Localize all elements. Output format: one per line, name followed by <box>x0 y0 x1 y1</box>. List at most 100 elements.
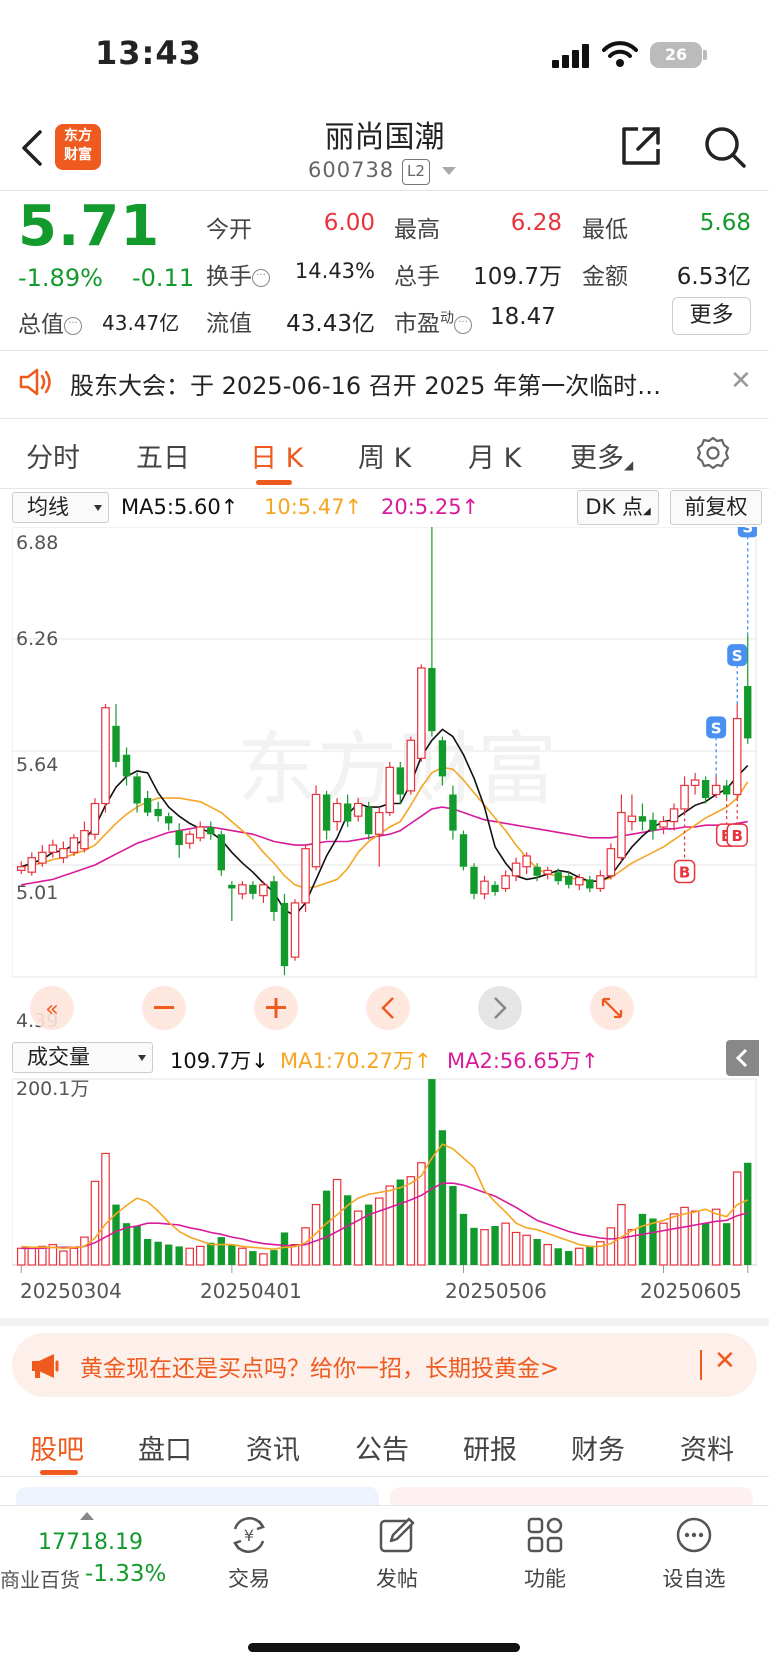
candle-body-up <box>27 857 37 873</box>
volume-bar-up <box>301 1227 310 1266</box>
candle-body-down <box>249 884 257 894</box>
info-icon[interactable]: ··· <box>252 269 270 287</box>
volume-bar-up <box>711 1208 721 1266</box>
scroll-far-left-button[interactable]: « <box>30 986 74 1030</box>
close-icon[interactable]: ✕ <box>730 366 752 396</box>
volume-bar-up <box>690 1210 700 1266</box>
collapse-panel-button[interactable] <box>726 1040 759 1076</box>
tab-monthly-k[interactable]: 月 K <box>468 436 521 475</box>
tab-finance[interactable]: 财务 <box>571 1428 625 1467</box>
candle-body-up <box>374 811 384 835</box>
stock-code[interactable]: 600738 <box>308 158 394 182</box>
nav-trade[interactable]: ¥ 交易 <box>194 1515 304 1593</box>
candle-body-up <box>596 875 605 890</box>
volume-select[interactable]: 成交量 <box>12 1042 153 1073</box>
buy-marker-label: B <box>679 864 690 882</box>
indicator-select[interactable]: 均线 <box>12 492 109 523</box>
volume-bar-down <box>217 1237 225 1265</box>
candle-body-down <box>164 816 173 824</box>
more-button[interactable]: 更多 <box>672 297 751 335</box>
turnover-value: 14.43% <box>294 259 375 283</box>
candle-body-down <box>744 686 752 739</box>
open-label: 今开 <box>206 217 252 243</box>
candle-body-up <box>290 902 300 958</box>
info-icon[interactable]: ··· <box>64 317 82 335</box>
close-icon[interactable]: ✕ <box>714 1346 736 1376</box>
candlestick-chart[interactable]: 东方财富 BSBBSS 6.88 6.26 5.64 5.01 4.39 « <box>12 527 757 1035</box>
search-icon[interactable] <box>702 124 748 170</box>
volume-bar-down <box>533 1238 541 1265</box>
share-icon[interactable] <box>618 123 664 169</box>
tab-news[interactable]: 资讯 <box>246 1428 300 1467</box>
candle-body-down <box>565 875 573 885</box>
volume-chart[interactable]: 200.1万 20250304 20250401 20250506 202506… <box>12 1075 757 1315</box>
turnover-label: 换手 ··· <box>206 257 270 291</box>
volume-bar-up <box>259 1253 268 1266</box>
tab-announcements[interactable]: 公告 <box>355 1428 409 1467</box>
fullscreen-button[interactable] <box>590 986 634 1030</box>
tab-research[interactable]: 研报 <box>463 1428 517 1467</box>
sector-index-name[interactable]: 商业百货 <box>0 1564 80 1593</box>
volume-bar-up <box>385 1185 395 1266</box>
candle-body-down <box>217 834 225 871</box>
zoom-out-button[interactable] <box>142 986 186 1030</box>
tab-weekly-k[interactable]: 周 K <box>358 436 411 475</box>
volume-ma1-line <box>21 1143 749 1251</box>
volume-bar-down <box>449 1185 457 1265</box>
volume-bar-down <box>249 1251 257 1265</box>
candle-body-down <box>533 866 541 876</box>
sell-marker-label: S <box>742 527 753 536</box>
scroll-right-button[interactable] <box>478 986 522 1030</box>
zoom-in-button[interactable] <box>254 986 298 1030</box>
tab-five-day[interactable]: 五日 <box>136 436 190 475</box>
volume-bar-up <box>238 1247 247 1266</box>
notice-text[interactable]: 股东大会：于 2025-06-16 召开 2025 年第一次临时… <box>70 366 690 401</box>
sector-index-change[interactable]: -1.33% <box>85 1561 166 1587</box>
volume-bar-down <box>207 1242 215 1265</box>
candle-body-up <box>574 877 584 886</box>
volume-ma1: MA1:70.27万↑ <box>280 1049 432 1073</box>
tab-forum[interactable]: 股吧 <box>30 1428 84 1467</box>
svg-text:¥: ¥ <box>244 1526 254 1545</box>
tab-daily-k[interactable]: 日 K <box>250 436 303 475</box>
content-card-right[interactable] <box>390 1487 753 1507</box>
candle-body-up <box>16 866 26 871</box>
nav-post[interactable]: 发帖 <box>342 1515 452 1593</box>
tab-profile[interactable]: 资料 <box>680 1428 734 1467</box>
ad-text[interactable]: 黄金现在还是买点吗？给你一招，长期投黄金> <box>80 1349 559 1383</box>
nav-watchlist[interactable]: 设自选 <box>639 1515 749 1593</box>
battery-tip <box>703 50 707 60</box>
volume-bar-up <box>511 1231 521 1266</box>
nav-functions-label: 功能 <box>524 1567 566 1591</box>
quote-divider <box>0 350 769 351</box>
tab-intraday[interactable]: 分时 <box>26 436 80 475</box>
candle-body-up <box>690 779 700 787</box>
volume-bar-up <box>480 1229 489 1266</box>
chevron-up-icon[interactable] <box>80 1512 94 1520</box>
low-value: 5.68 <box>699 210 751 236</box>
content-card-left[interactable] <box>16 1487 379 1507</box>
minus-icon <box>154 1006 174 1009</box>
scroll-left-button[interactable] <box>366 986 410 1030</box>
sector-index-value[interactable]: 17718.19 <box>38 1530 143 1555</box>
candle-body-up <box>417 667 426 759</box>
candle-body-down <box>322 794 331 831</box>
megaphone-icon <box>32 1354 59 1378</box>
volume-bar-down <box>638 1213 647 1265</box>
float-value: 43.43亿 <box>286 311 375 337</box>
change-percent: -1.89% <box>18 264 103 292</box>
nav-functions[interactable]: 功能 <box>490 1515 600 1593</box>
amount-value: 6.53亿 <box>676 264 751 290</box>
candle-body-up <box>385 766 395 814</box>
chevron-down-icon[interactable] <box>442 167 456 175</box>
price-adjust-button[interactable]: 前复权 <box>670 490 762 525</box>
info-icon[interactable]: ··· <box>454 316 472 334</box>
change-amount: -0.11 <box>132 264 195 292</box>
tab-order-book[interactable]: 盘口 <box>138 1428 192 1467</box>
battery-indicator: 26 <box>650 42 702 68</box>
dropdown-caret-icon <box>138 1055 146 1061</box>
tab-more[interactable]: 更多◢ <box>570 436 633 475</box>
dk-points-button[interactable]: DK 点◢ <box>577 490 659 525</box>
l2-badge[interactable]: L2 <box>402 159 430 185</box>
gear-icon[interactable] <box>696 436 730 470</box>
